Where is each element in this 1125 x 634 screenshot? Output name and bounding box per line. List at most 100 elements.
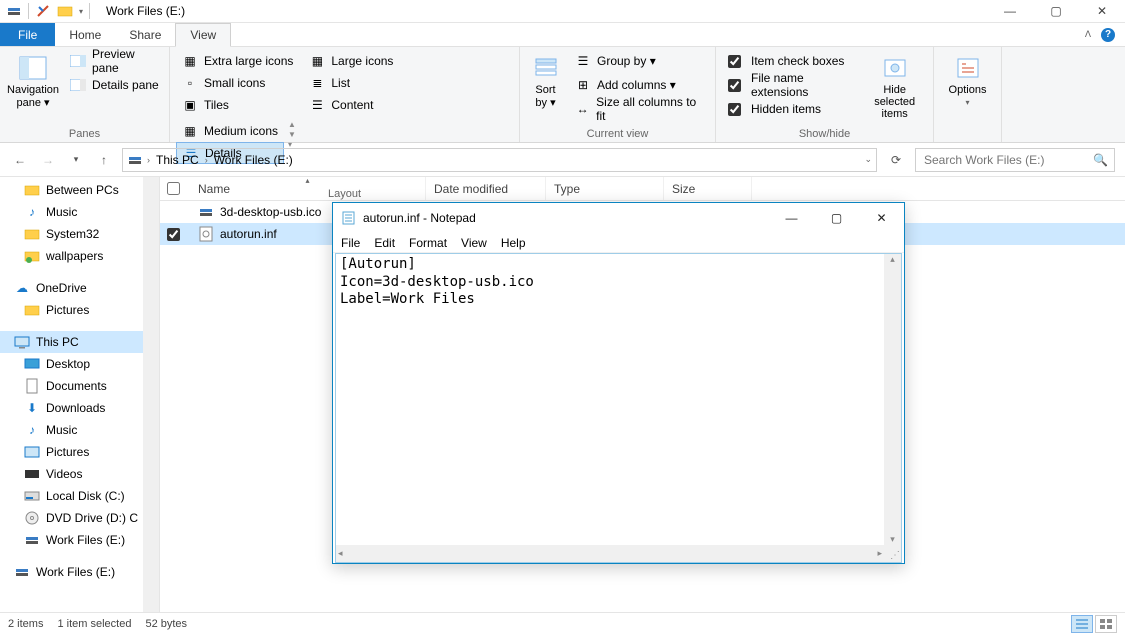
close-button[interactable]: ✕ bbox=[1079, 0, 1125, 23]
qat-dropdown-icon[interactable]: ▾ bbox=[79, 7, 83, 16]
notepad-menu-help[interactable]: Help bbox=[501, 236, 526, 250]
address-dropdown-icon[interactable]: ⌄ bbox=[864, 154, 872, 165]
list-button[interactable]: ≣List bbox=[303, 72, 407, 94]
tree-item-work[interactable]: Work Files (E:) bbox=[0, 529, 159, 551]
notepad-close-button[interactable]: ✕ bbox=[859, 203, 904, 233]
maximize-button[interactable]: ▢ bbox=[1033, 0, 1079, 23]
refresh-button[interactable]: ⟳ bbox=[885, 149, 907, 171]
tree-item-downloads[interactable]: ⬇Downloads bbox=[0, 397, 159, 419]
notepad-menu-view[interactable]: View bbox=[461, 236, 487, 250]
add-columns-button[interactable]: ⊞Add columns ▾ bbox=[569, 74, 709, 96]
notepad-vertical-scrollbar[interactable]: ▴▾ bbox=[884, 254, 901, 545]
tree-item-music[interactable]: ♪Music bbox=[0, 201, 159, 223]
ribbon-collapse-icon[interactable]: ᐱ bbox=[1085, 29, 1091, 40]
notepad-minimize-button[interactable]: — bbox=[769, 203, 814, 233]
col-type[interactable]: Type bbox=[546, 177, 664, 200]
tree-item-this-pc[interactable]: This PC bbox=[0, 331, 159, 353]
navigation-pane-button[interactable]: Navigation pane ▾ bbox=[6, 50, 60, 113]
crumb-this-pc[interactable]: This PC bbox=[154, 153, 201, 167]
notepad-horizontal-scrollbar[interactable]: ◂▸ bbox=[336, 545, 884, 562]
notepad-maximize-button[interactable]: ▢ bbox=[814, 203, 859, 233]
size-columns-button[interactable]: ↔Size all columns to fit bbox=[569, 98, 709, 120]
tree-item-pictures[interactable]: Pictures bbox=[0, 299, 159, 321]
tree-item-wallpapers[interactable]: wallpapers bbox=[0, 245, 159, 267]
details-pane-button[interactable]: Details pane bbox=[64, 74, 168, 96]
file-checkbox[interactable] bbox=[167, 228, 180, 241]
details-view-toggle[interactable] bbox=[1071, 615, 1093, 633]
options-button[interactable]: Options ▾ bbox=[940, 50, 995, 111]
col-date[interactable]: Date modified bbox=[426, 177, 546, 200]
address-bar[interactable]: › This PC › Work Files (E:) ⌄ bbox=[122, 148, 877, 172]
content-button[interactable]: ☰Content bbox=[303, 94, 407, 116]
sort-by-button[interactable]: Sort by ▾ bbox=[526, 50, 565, 113]
tree-item-documents[interactable]: Documents bbox=[0, 375, 159, 397]
tiles-button[interactable]: ▣Tiles bbox=[176, 94, 299, 116]
file-name-ext-checkbox[interactable] bbox=[728, 79, 741, 92]
hide-selected-icon bbox=[879, 54, 911, 82]
ribbon-group-options: Options ▾ bbox=[934, 47, 1002, 142]
chevron-icon[interactable]: › bbox=[147, 155, 150, 165]
tab-view[interactable]: View bbox=[175, 23, 231, 47]
col-size[interactable]: Size bbox=[664, 177, 752, 200]
small-icons-button[interactable]: ▫Small icons bbox=[176, 72, 299, 94]
help-icon[interactable]: ? bbox=[1101, 28, 1115, 42]
minimize-button[interactable]: — bbox=[987, 0, 1033, 23]
extra-large-icons-button[interactable]: ▦Extra large icons bbox=[176, 50, 299, 72]
tree-item-work2[interactable]: Work Files (E:) bbox=[0, 561, 159, 583]
layout-scroll-down-icon[interactable]: ▼ bbox=[288, 130, 296, 139]
hide-selected-items-button[interactable]: Hide selected items bbox=[862, 50, 927, 124]
file-name-ext-toggle[interactable]: File name extensions bbox=[722, 74, 858, 96]
properties-icon[interactable] bbox=[35, 3, 51, 19]
item-check-boxes-checkbox[interactable] bbox=[728, 55, 741, 68]
tree-item-between-pcs[interactable]: Between PCs bbox=[0, 179, 159, 201]
column-headers: Name▴ Date modified Type Size bbox=[160, 177, 1125, 201]
search-input[interactable] bbox=[922, 152, 1093, 168]
folder-qat-icon[interactable] bbox=[57, 3, 73, 19]
large-icons-toggle[interactable] bbox=[1095, 615, 1117, 633]
tree-item-system32[interactable]: System32 bbox=[0, 223, 159, 245]
tree-item-music2[interactable]: ♪Music bbox=[0, 419, 159, 441]
medium-icons-button[interactable]: ▦Medium icons bbox=[176, 120, 284, 142]
hidden-items-toggle[interactable]: Hidden items bbox=[722, 98, 858, 120]
window-title: Work Files (E:) bbox=[106, 4, 185, 18]
layout-scroll-up-icon[interactable]: ▲ bbox=[288, 120, 296, 129]
notepad-menu-format[interactable]: Format bbox=[409, 236, 447, 250]
recent-locations-button[interactable]: ▾ bbox=[66, 150, 86, 170]
notepad-text-area[interactable]: [Autorun] Icon=3d-desktop-usb.ico Label=… bbox=[335, 253, 902, 563]
up-button[interactable]: ↑ bbox=[94, 150, 114, 170]
hidden-items-checkbox[interactable] bbox=[728, 103, 741, 116]
notepad-titlebar[interactable]: autorun.inf - Notepad — ▢ ✕ bbox=[333, 203, 904, 233]
tree-item-pictures2[interactable]: Pictures bbox=[0, 441, 159, 463]
preview-pane-button[interactable]: Preview pane bbox=[64, 50, 168, 72]
tab-file[interactable]: File bbox=[0, 23, 55, 46]
notepad-window[interactable]: autorun.inf - Notepad — ▢ ✕ File Edit Fo… bbox=[332, 202, 905, 564]
select-all-checkbox[interactable] bbox=[160, 182, 190, 195]
tree-item-desktop[interactable]: Desktop bbox=[0, 353, 159, 375]
tree-item-videos[interactable]: Videos bbox=[0, 463, 159, 485]
tree-item-dvd[interactable]: DVD Drive (D:) C bbox=[0, 507, 159, 529]
options-dropdown-icon[interactable]: ▾ bbox=[965, 98, 969, 107]
notepad-menu-file[interactable]: File bbox=[341, 236, 360, 250]
chevron-icon[interactable]: › bbox=[205, 155, 208, 165]
back-button[interactable]: ← bbox=[10, 150, 30, 170]
navigation-tree[interactable]: Between PCs ♪Music System32 wallpapers ☁… bbox=[0, 177, 160, 612]
group-by-button[interactable]: ☰Group by ▾ bbox=[569, 50, 709, 72]
item-check-boxes-toggle[interactable]: Item check boxes bbox=[722, 50, 858, 72]
tree-item-onedrive[interactable]: ☁OneDrive bbox=[0, 277, 159, 299]
scroll-left-icon[interactable]: ◂ bbox=[338, 548, 343, 559]
scroll-down-icon[interactable]: ▾ bbox=[890, 534, 895, 545]
crumb-drive[interactable]: Work Files (E:) bbox=[212, 153, 295, 167]
notepad-content[interactable]: [Autorun] Icon=3d-desktop-usb.ico Label=… bbox=[336, 254, 901, 311]
large-icons-button[interactable]: ▦Large icons bbox=[303, 50, 407, 72]
tree-item-localdisk[interactable]: Local Disk (C:) bbox=[0, 485, 159, 507]
scroll-right-icon[interactable]: ▸ bbox=[877, 548, 882, 559]
col-name[interactable]: Name▴ bbox=[190, 177, 426, 200]
notepad-resize-grip[interactable]: ⋰ bbox=[884, 545, 901, 562]
search-box[interactable]: 🔍 bbox=[915, 148, 1115, 172]
tree-scrollbar[interactable] bbox=[143, 177, 159, 612]
notepad-menu-edit[interactable]: Edit bbox=[374, 236, 395, 250]
tab-home[interactable]: Home bbox=[55, 23, 115, 46]
scroll-up-icon[interactable]: ▴ bbox=[890, 254, 895, 265]
tab-share[interactable]: Share bbox=[115, 23, 175, 46]
forward-button[interactable]: → bbox=[38, 150, 58, 170]
